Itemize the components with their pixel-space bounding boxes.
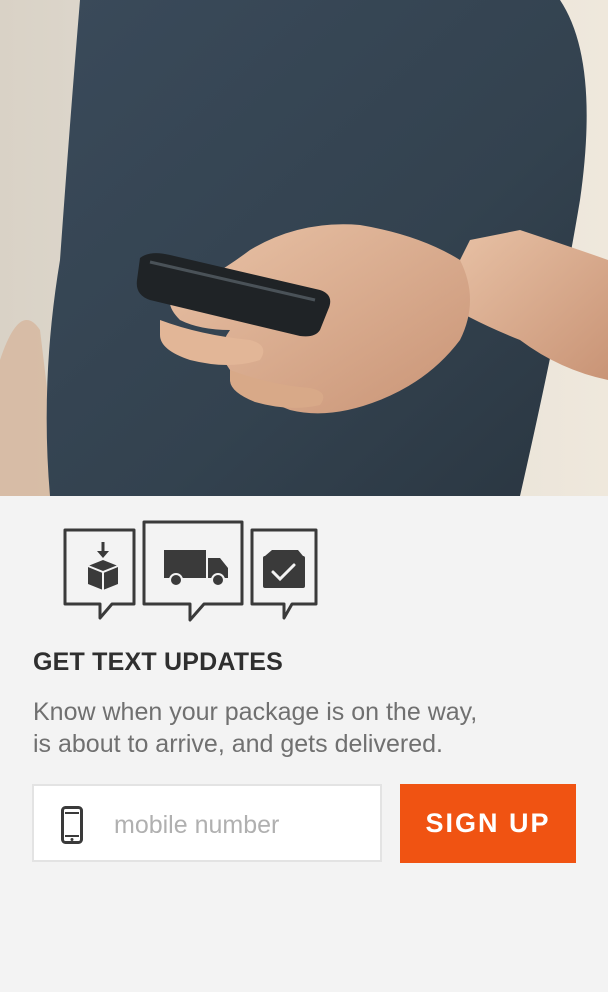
mobile-number-field[interactable] bbox=[32, 784, 382, 862]
delivery-status-icons bbox=[63, 520, 318, 622]
description-line: is about to arrive, and gets delivered. bbox=[33, 730, 443, 758]
package-arrival-icon bbox=[63, 528, 136, 620]
hero-image bbox=[0, 0, 608, 496]
section-description: Know when your package is on the way, is… bbox=[33, 696, 573, 760]
man-with-phone-photo bbox=[0, 0, 608, 496]
delivery-truck-icon bbox=[142, 520, 244, 622]
mobile-number-input[interactable] bbox=[112, 798, 376, 852]
description-line: Know when your package is on the way, bbox=[33, 698, 478, 726]
mobile-phone-icon bbox=[61, 806, 83, 844]
sign-up-button[interactable]: SIGN UP bbox=[400, 784, 576, 863]
delivered-checkmark-icon bbox=[250, 528, 318, 620]
section-title: GET TEXT UPDATES bbox=[33, 648, 283, 676]
text-updates-signup: GET TEXT UPDATES Know when your package … bbox=[0, 496, 608, 992]
